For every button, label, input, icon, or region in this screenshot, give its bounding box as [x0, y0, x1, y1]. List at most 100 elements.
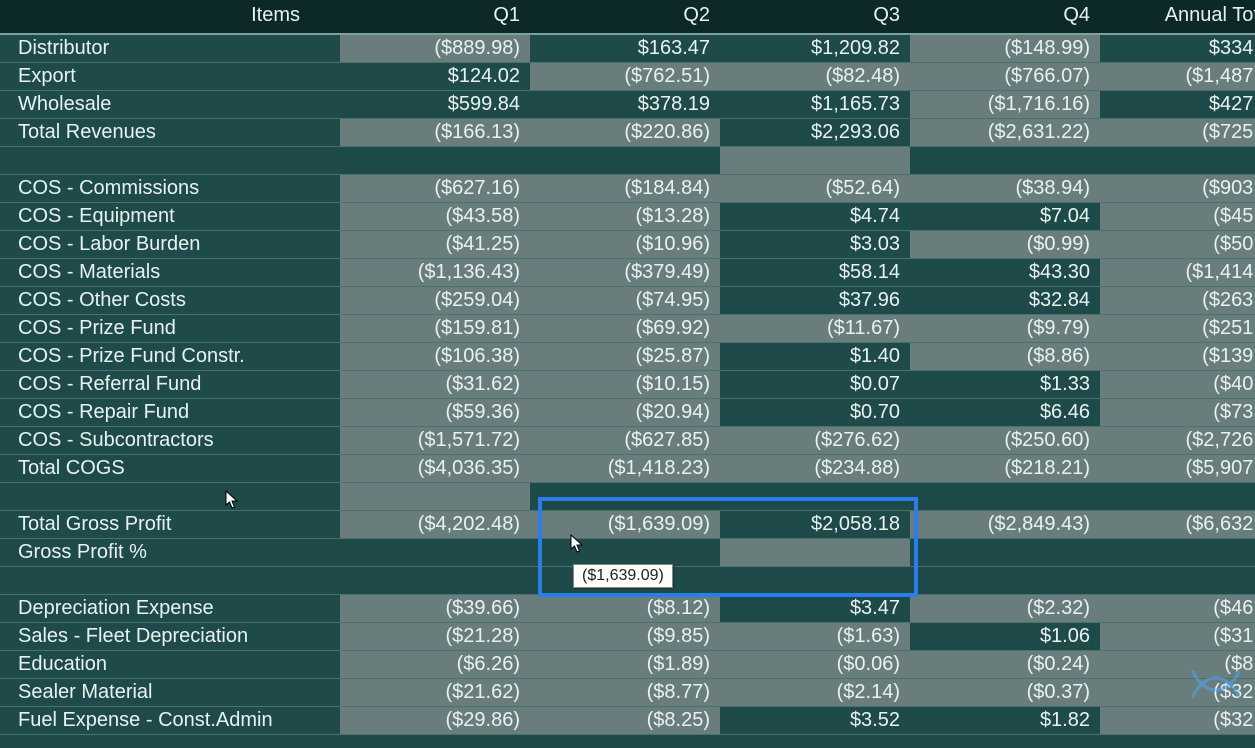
cell-q3[interactable]: ($82.48): [720, 63, 910, 91]
cell-q1[interactable]: [340, 483, 530, 511]
cell-q3[interactable]: $37.96: [720, 287, 910, 315]
cell-q3[interactable]: ($0.06): [720, 651, 910, 679]
cell-total[interactable]: [1100, 483, 1255, 511]
cell-total[interactable]: ($32.9: [1100, 679, 1255, 707]
cell-q3[interactable]: ($1.63): [720, 623, 910, 651]
cell-q1[interactable]: ($43.58): [340, 203, 530, 231]
cell-q1[interactable]: ($31.62): [340, 371, 530, 399]
cell-q4[interactable]: ($2,849.43): [910, 511, 1100, 539]
table-row[interactable]: [0, 483, 1255, 511]
cell-total[interactable]: ($725.1: [1100, 119, 1255, 147]
table-row[interactable]: Fuel Expense - Const.Admin($29.86)($8.25…: [0, 707, 1255, 735]
cell-q3[interactable]: [720, 483, 910, 511]
cell-q3[interactable]: $3.52: [720, 707, 910, 735]
cell-q2[interactable]: ($8.77): [530, 679, 720, 707]
cell-q4[interactable]: [910, 147, 1100, 175]
cell-total[interactable]: ($5,907.6: [1100, 455, 1255, 483]
cell-q3[interactable]: $3.47: [720, 595, 910, 623]
cell-total[interactable]: [1100, 539, 1255, 567]
cell-q3[interactable]: ($2.14): [720, 679, 910, 707]
row-label[interactable]: COS - Other Costs: [0, 287, 340, 315]
cell-q3[interactable]: $2,058.18: [720, 511, 910, 539]
cell-q2[interactable]: ($9.85): [530, 623, 720, 651]
table-row[interactable]: COS - Equipment($43.58)($13.28)$4.74$7.0…: [0, 203, 1255, 231]
cell-q3[interactable]: $2,293.06: [720, 119, 910, 147]
cell-q4[interactable]: $1.33: [910, 371, 1100, 399]
cell-q2[interactable]: ($184.84): [530, 175, 720, 203]
cell-q1[interactable]: $124.02: [340, 63, 530, 91]
header-q2[interactable]: Q2: [530, 0, 720, 34]
cell-q3[interactable]: [720, 567, 910, 595]
cell-q3[interactable]: [720, 147, 910, 175]
cell-q2[interactable]: ($762.51): [530, 63, 720, 91]
cell-q2[interactable]: [530, 147, 720, 175]
cell-q3[interactable]: ($52.64): [720, 175, 910, 203]
row-label[interactable]: COS - Labor Burden: [0, 231, 340, 259]
row-label[interactable]: [0, 567, 340, 595]
row-label[interactable]: COS - Prize Fund: [0, 315, 340, 343]
table-row[interactable]: [0, 147, 1255, 175]
cell-q2[interactable]: [530, 483, 720, 511]
cell-q2[interactable]: ($8.25): [530, 707, 720, 735]
header-q1[interactable]: Q1: [340, 0, 530, 34]
cell-q2[interactable]: ($25.87): [530, 343, 720, 371]
table-row[interactable]: Total COGS($4,036.35)($1,418.23)($234.88…: [0, 455, 1255, 483]
cell-q2[interactable]: ($627.85): [530, 427, 720, 455]
table-row[interactable]: Sealer Material($21.62)($8.77)($2.14)($0…: [0, 679, 1255, 707]
table-row[interactable]: COS - Commissions($627.16)($184.84)($52.…: [0, 175, 1255, 203]
cell-q4[interactable]: ($38.94): [910, 175, 1100, 203]
row-label[interactable]: COS - Prize Fund Constr.: [0, 343, 340, 371]
cell-q4[interactable]: $7.04: [910, 203, 1100, 231]
cell-total[interactable]: ($6,632.8: [1100, 511, 1255, 539]
table-row[interactable]: Sales - Fleet Depreciation($21.28)($9.85…: [0, 623, 1255, 651]
cell-q1[interactable]: ($21.62): [340, 679, 530, 707]
row-label[interactable]: COS - Subcontractors: [0, 427, 340, 455]
cell-total[interactable]: [1100, 567, 1255, 595]
cell-q1[interactable]: ($166.13): [340, 119, 530, 147]
cell-q4[interactable]: ($1,716.16): [910, 91, 1100, 119]
cell-total[interactable]: ($32.7: [1100, 707, 1255, 735]
cell-total[interactable]: [1100, 147, 1255, 175]
cell-total[interactable]: ($45.0: [1100, 203, 1255, 231]
row-label[interactable]: COS - Repair Fund: [0, 399, 340, 427]
table-row[interactable]: COS - Materials($1,136.43)($379.49)$58.1…: [0, 259, 1255, 287]
table-row[interactable]: Gross Profit %: [0, 539, 1255, 567]
table-row[interactable]: Distributor($889.98)$163.47$1,209.82($14…: [0, 34, 1255, 63]
cell-q4[interactable]: $32.84: [910, 287, 1100, 315]
cell-total[interactable]: ($903.5: [1100, 175, 1255, 203]
cell-total[interactable]: ($31.7: [1100, 623, 1255, 651]
cell-q3[interactable]: $0.70: [720, 399, 910, 427]
cell-q4[interactable]: ($9.79): [910, 315, 1100, 343]
row-label[interactable]: Total COGS: [0, 455, 340, 483]
cell-q1[interactable]: ($59.36): [340, 399, 530, 427]
row-label[interactable]: [0, 483, 340, 511]
row-label[interactable]: Export: [0, 63, 340, 91]
cell-q2[interactable]: $378.19: [530, 91, 720, 119]
cell-q3[interactable]: $1,165.73: [720, 91, 910, 119]
cell-q1[interactable]: ($39.66): [340, 595, 530, 623]
cell-q1[interactable]: ($4,036.35): [340, 455, 530, 483]
cell-q4[interactable]: ($2,631.22): [910, 119, 1100, 147]
cell-q4[interactable]: ($8.86): [910, 343, 1100, 371]
cell-q4[interactable]: [910, 567, 1100, 595]
cell-total[interactable]: ($73.1: [1100, 399, 1255, 427]
cell-total[interactable]: $334.3: [1100, 34, 1255, 63]
cell-q4[interactable]: $43.30: [910, 259, 1100, 287]
table-row[interactable]: Export$124.02($762.51)($82.48)($766.07)(…: [0, 63, 1255, 91]
table-row[interactable]: COS - Subcontractors($1,571.72)($627.85)…: [0, 427, 1255, 455]
cell-total[interactable]: ($139.7: [1100, 343, 1255, 371]
cell-total[interactable]: ($263.1: [1100, 287, 1255, 315]
table-row[interactable]: Depreciation Expense($39.66)($8.12)$3.47…: [0, 595, 1255, 623]
cell-q2[interactable]: ($69.92): [530, 315, 720, 343]
cell-q2[interactable]: $163.47: [530, 34, 720, 63]
cell-q3[interactable]: ($276.62): [720, 427, 910, 455]
cell-q2[interactable]: ($8.12): [530, 595, 720, 623]
cell-q4[interactable]: $1.06: [910, 623, 1100, 651]
cell-total[interactable]: ($8.4: [1100, 651, 1255, 679]
cell-q1[interactable]: ($4,202.48): [340, 511, 530, 539]
row-label[interactable]: Depreciation Expense: [0, 595, 340, 623]
header-q4[interactable]: Q4: [910, 0, 1100, 34]
table-row[interactable]: COS - Prize Fund Constr.($106.38)($25.87…: [0, 343, 1255, 371]
cell-q4[interactable]: ($250.60): [910, 427, 1100, 455]
cell-q4[interactable]: ($148.99): [910, 34, 1100, 63]
